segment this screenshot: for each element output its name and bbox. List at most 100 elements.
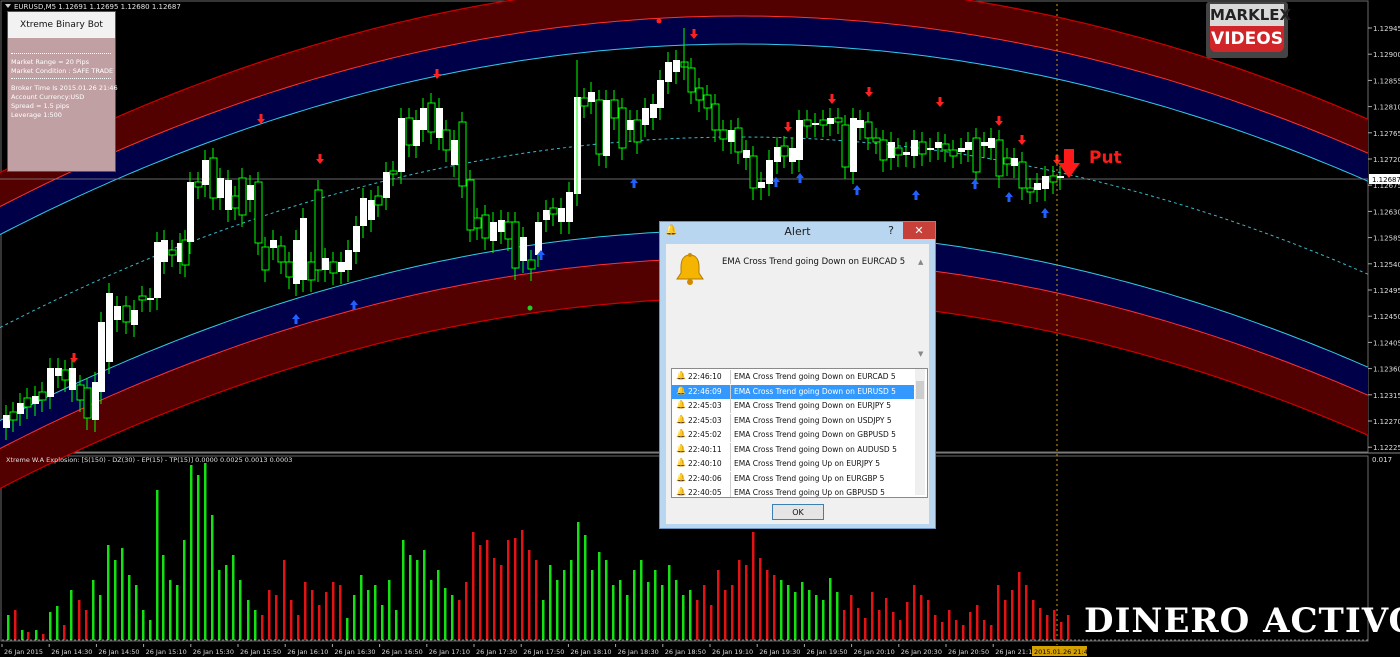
candle-body-bull bbox=[270, 240, 277, 248]
alert-history-row[interactable]: 🔔 22:40:06 EMA Cross Trend going Up on EUR… bbox=[672, 471, 914, 487]
alert-message-area: EMA Cross Trend going Down on EURCAD 5 ▲… bbox=[666, 244, 929, 362]
alert-history-row[interactable]: 🔔 22:40:11 EMA Cross Trend going Down on A… bbox=[672, 442, 914, 458]
price-scale-label: 1.12225 bbox=[1373, 444, 1400, 452]
column-divider bbox=[730, 471, 731, 486]
list-scrollbar[interactable] bbox=[915, 369, 925, 495]
alert-time: 22:40:05 bbox=[688, 488, 722, 497]
candle-body-bear bbox=[138, 295, 147, 301]
time-axis-label: 26 Jan 2015 bbox=[4, 648, 43, 656]
alert-time: 22:45:03 bbox=[688, 401, 722, 410]
price-scale-label: 1.12315 bbox=[1373, 392, 1400, 400]
candle-body-bear bbox=[511, 221, 520, 269]
histogram-bar bbox=[731, 585, 734, 640]
alert-history-row[interactable]: 🔔 22:45:03 EMA Cross Trend going Down on E… bbox=[672, 399, 914, 414]
histogram-bar bbox=[899, 620, 902, 640]
alert-history-list[interactable]: 🔔 22:46:10 EMA Cross Trend going Down on E… bbox=[671, 368, 928, 498]
histogram-bar bbox=[752, 532, 755, 640]
candle-body-bear bbox=[610, 99, 619, 119]
alert-dialog: 🔔 Alert ? ✕ EMA Cross Trend going Down o… bbox=[659, 221, 936, 529]
watermark-text: DINERO ACTIVO bbox=[1084, 601, 1400, 641]
histogram-bar bbox=[78, 600, 81, 640]
alert-history-row[interactable]: 🔔 22:46:09 EMA Cross Trend going Down on E… bbox=[672, 384, 914, 399]
time-axis-label: 26 Jan 15:50 bbox=[240, 648, 281, 656]
histogram-bar bbox=[626, 595, 629, 640]
alert-history-row[interactable]: 🔔 22:45:03 EMA Cross Trend going Down on U… bbox=[672, 413, 914, 429]
sell-signal-arrow bbox=[316, 154, 324, 164]
candle-body-bear bbox=[527, 259, 536, 270]
histogram-bar bbox=[983, 620, 986, 640]
alert-history-row[interactable]: 🔔 22:40:10 EMA Cross Trend going Up on EUR… bbox=[672, 457, 914, 472]
help-button[interactable]: ? bbox=[882, 223, 900, 239]
histogram-bar bbox=[353, 595, 356, 640]
panel-account-currency: Account Currency:USD bbox=[11, 93, 85, 101]
scrollbar-thumb[interactable] bbox=[916, 381, 924, 399]
candle-body-bull bbox=[650, 104, 657, 118]
histogram-bar bbox=[114, 560, 117, 640]
histogram-bar bbox=[318, 605, 321, 640]
histogram-bar bbox=[577, 522, 580, 640]
histogram-bar bbox=[204, 463, 207, 640]
bell-icon: 🔔 bbox=[676, 472, 686, 482]
histogram-bar bbox=[479, 545, 482, 640]
alert-history-row[interactable]: 🔔 22:46:10 EMA Cross Trend going Down on E… bbox=[672, 370, 914, 385]
candle-body-bear bbox=[879, 139, 888, 161]
candle-body-bear bbox=[803, 119, 812, 127]
scroll-up-icon[interactable]: ▲ bbox=[918, 258, 923, 266]
histogram-bar bbox=[696, 600, 699, 640]
histogram-bar bbox=[591, 570, 594, 640]
buy-signal-arrow bbox=[1005, 192, 1013, 202]
candle-body-bear bbox=[972, 137, 981, 173]
histogram-bar bbox=[703, 585, 706, 640]
histogram-bar bbox=[815, 595, 818, 640]
candle-body-bull bbox=[535, 222, 542, 255]
histogram-bar bbox=[339, 585, 342, 640]
histogram-bar bbox=[162, 555, 165, 640]
histogram-bar bbox=[829, 578, 832, 640]
histogram-bar bbox=[906, 602, 909, 640]
scroll-down-icon[interactable]: ▼ bbox=[918, 350, 923, 358]
sell-signal-arrow bbox=[995, 116, 1003, 126]
histogram-bar bbox=[107, 545, 110, 640]
alert-time: 22:46:10 bbox=[688, 372, 722, 381]
histogram-bar bbox=[261, 615, 264, 640]
histogram-bar bbox=[493, 558, 496, 640]
logo-bottom-text: VIDEOS bbox=[1210, 26, 1284, 52]
histogram-bar bbox=[85, 610, 88, 640]
candle-body-bull bbox=[300, 218, 307, 280]
candle-body-bear bbox=[504, 221, 513, 240]
histogram-bar bbox=[507, 540, 510, 640]
histogram-bar bbox=[997, 585, 1000, 640]
time-axis-label: 26 Jan 14:50 bbox=[98, 648, 139, 656]
candle-body-bull bbox=[1034, 183, 1041, 190]
histogram-bar bbox=[437, 570, 440, 640]
candle-body-bear bbox=[314, 189, 323, 271]
histogram-bar bbox=[70, 590, 73, 640]
ok-button[interactable]: OK bbox=[772, 504, 824, 520]
candle-body-bear bbox=[427, 102, 436, 133]
histogram-bar bbox=[99, 595, 102, 640]
time-axis-label: 26 Jan 16:30 bbox=[334, 648, 375, 656]
price-scale-label: 1.12405 bbox=[1373, 339, 1400, 347]
candle-body-bull bbox=[353, 226, 360, 252]
histogram-bar bbox=[21, 630, 24, 640]
column-divider bbox=[730, 428, 731, 442]
histogram-bar bbox=[773, 575, 776, 640]
histogram-bar bbox=[444, 588, 447, 640]
histogram-bar bbox=[1032, 600, 1035, 640]
alert-history-row[interactable]: 🔔 22:40:05 EMA Cross Trend going Up on GBP… bbox=[672, 486, 914, 497]
candle-body-bull bbox=[850, 118, 857, 172]
price-scale-label: 1.12810 bbox=[1373, 104, 1400, 112]
chart-symbol-header: EURUSD,M5 1.12691 1.12695 1.12680 1.1268… bbox=[14, 3, 181, 11]
time-axis-label: 26 Jan 19:10 bbox=[712, 648, 753, 656]
histogram-bar bbox=[521, 530, 524, 640]
panel-title: Xtreme Binary Bot bbox=[8, 12, 115, 38]
candle-body-bull bbox=[981, 142, 988, 146]
candle-body-bear bbox=[231, 195, 240, 209]
histogram-bar bbox=[990, 625, 993, 640]
candle-body-bear bbox=[864, 121, 873, 139]
alert-titlebar[interactable]: 🔔 Alert ? ✕ bbox=[660, 222, 935, 242]
histogram-bar bbox=[367, 590, 370, 640]
price-scale-label: 1.12450 bbox=[1373, 313, 1400, 321]
close-button[interactable]: ✕ bbox=[903, 222, 935, 239]
alert-history-row[interactable]: 🔔 22:45:02 EMA Cross Trend going Down on G… bbox=[672, 428, 914, 443]
